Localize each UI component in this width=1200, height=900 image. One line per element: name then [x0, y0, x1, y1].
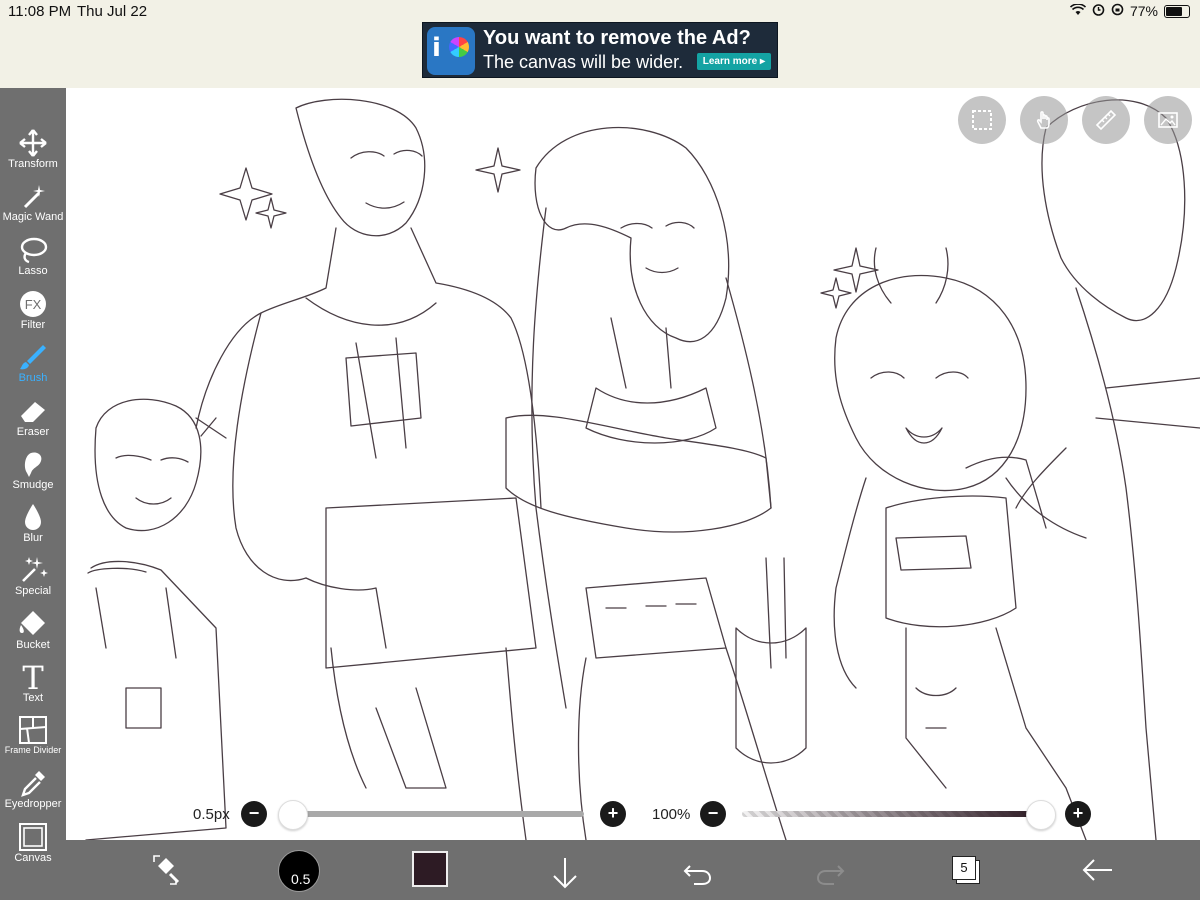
opacity-slider[interactable] — [742, 811, 1038, 817]
tool-label: Blur — [23, 532, 43, 544]
color-swatch-button[interactable] — [412, 851, 448, 887]
eyedropper-icon — [21, 771, 45, 797]
tool-smudge[interactable]: Smudge — [0, 445, 66, 497]
battery-icon — [1164, 4, 1190, 18]
brush-size-decrease-button[interactable]: − — [241, 801, 267, 827]
bucket-icon — [19, 611, 45, 635]
tool-label: Text — [22, 692, 44, 704]
wifi-icon — [1069, 2, 1087, 19]
tool-brush[interactable]: Brush — [0, 338, 66, 390]
special-icon — [22, 557, 48, 582]
back-button[interactable] — [1080, 840, 1116, 900]
hand-icon — [1036, 111, 1050, 129]
status-time: 11:08 PM — [8, 3, 72, 20]
arrow-left-icon — [1082, 859, 1112, 881]
ruler-button[interactable] — [1082, 96, 1130, 144]
tool-eraser[interactable]: Eraser — [0, 392, 66, 444]
tool-label: Frame Divider — [4, 745, 62, 755]
tool-label: Eyedropper — [4, 798, 62, 810]
brush-size-slider[interactable] — [292, 811, 584, 817]
ad-title: You want to remove the Ad? — [483, 27, 751, 49]
brush-size-label: 0.5px — [193, 806, 230, 823]
tool-label: Lasso — [18, 265, 48, 277]
left-toolbar: Transform Magic Wand Lasso FX Filter Bru… — [0, 88, 66, 900]
smudge-icon — [24, 452, 42, 477]
ad-learn-more-button[interactable]: Learn more ▸ — [696, 53, 771, 70]
material-button[interactable] — [1144, 96, 1192, 144]
opacity-slider-thumb[interactable] — [1026, 800, 1056, 830]
redo-icon — [816, 865, 845, 885]
download-button[interactable] — [550, 840, 580, 900]
image-material-icon — [1158, 112, 1178, 128]
brush-icon — [20, 345, 46, 370]
selection-button[interactable] — [958, 96, 1006, 144]
tool-label: Bucket — [16, 639, 50, 651]
brush-size-slider-thumb[interactable] — [278, 800, 308, 830]
finger-tool-button[interactable] — [1020, 96, 1068, 144]
ruler-icon — [1095, 109, 1117, 131]
tool-transform[interactable]: Transform — [0, 124, 66, 176]
text-glyph: T — [22, 662, 44, 692]
layers-button[interactable]: 5 — [952, 856, 976, 880]
opacity-decrease-button[interactable]: − — [700, 801, 726, 827]
tool-filter[interactable]: FX Filter — [0, 285, 66, 337]
blur-icon — [25, 504, 41, 530]
filter-icon: FX — [20, 291, 46, 317]
battery-percent: 77% — [1129, 3, 1158, 19]
swap-tool-button[interactable] — [148, 840, 184, 900]
selection-icon — [972, 110, 992, 130]
opacity-increase-button[interactable]: + — [1065, 801, 1091, 827]
brush-size-increase-button[interactable]: + — [600, 801, 626, 827]
frame-divider-icon — [19, 716, 47, 744]
undo-button[interactable] — [682, 840, 712, 900]
tool-label: Canvas — [14, 852, 52, 864]
tool-text[interactable]: T Text — [0, 658, 66, 710]
undo-icon — [683, 865, 712, 885]
tool-canvas[interactable]: Canvas — [0, 818, 66, 870]
line-art-illustration — [85, 98, 1200, 840]
text-icon: T — [22, 662, 44, 692]
filter-glyph: FX — [25, 297, 42, 312]
brush-size-button[interactable]: 0.5 — [278, 850, 320, 892]
tool-special[interactable]: Special — [0, 551, 66, 603]
opacity-label: 100% — [652, 806, 691, 823]
bottom-toolbar: 0.5 5 — [66, 840, 1200, 900]
arrow-down-icon — [553, 858, 577, 889]
app-logo-icon: i — [427, 27, 475, 75]
tool-bucket[interactable]: Bucket — [0, 605, 66, 657]
tool-magic-wand[interactable]: Magic Wand — [0, 177, 66, 229]
eraser-icon — [21, 402, 45, 422]
alarm-icon — [1092, 3, 1105, 19]
drawing-canvas[interactable] — [66, 88, 1200, 840]
redo-button[interactable] — [816, 840, 846, 900]
rotation-lock-icon — [1111, 3, 1124, 19]
magic-wand-icon — [23, 185, 45, 209]
lasso-icon — [20, 237, 48, 264]
status-indicators: 77% — [1069, 2, 1190, 19]
canvas-icon — [19, 823, 47, 851]
tool-label: Filter — [20, 319, 46, 331]
ad-banner[interactable]: i You want to remove the Ad? The canvas … — [422, 22, 778, 78]
ad-subtitle: The canvas will be wider. — [483, 52, 684, 72]
status-date: Thu Jul 22 — [77, 3, 148, 20]
status-bar: 11:08 PM Thu Jul 22 77% — [0, 0, 1200, 24]
swap-brush-eraser-icon — [153, 855, 180, 885]
tool-label: Smudge — [12, 479, 54, 491]
transform-icon — [19, 129, 47, 157]
tool-frame-divider[interactable]: Frame Divider — [0, 711, 66, 763]
tool-label: Eraser — [16, 426, 50, 438]
tool-label: Transform — [8, 158, 58, 170]
brush-size-value: 0.5 — [291, 871, 311, 887]
tool-eyedropper[interactable]: Eyedropper — [0, 764, 66, 816]
tool-lasso[interactable]: Lasso — [0, 231, 66, 283]
tool-label: Special — [14, 585, 52, 597]
tool-label: Magic Wand — [2, 211, 64, 223]
tool-blur[interactable]: Blur — [0, 498, 66, 550]
tool-label: Brush — [18, 372, 48, 384]
